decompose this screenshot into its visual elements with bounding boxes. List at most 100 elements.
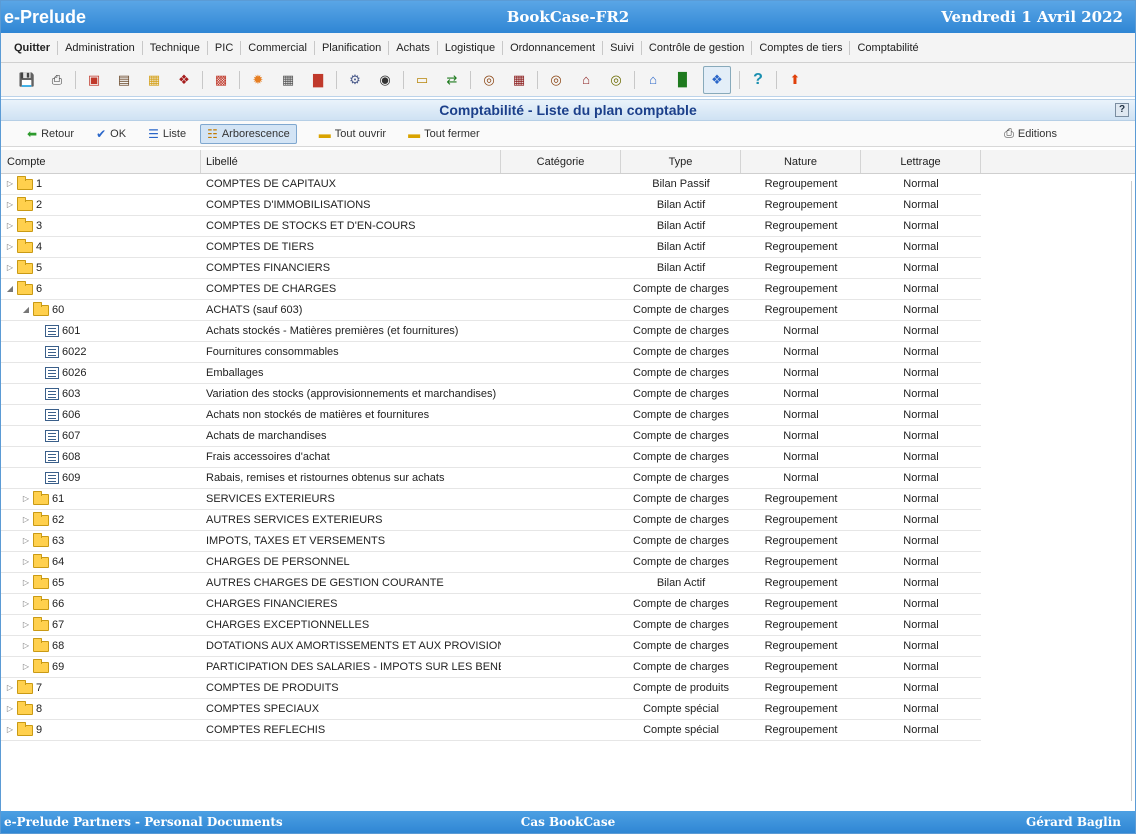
menu-item[interactable]: Technique <box>143 40 208 55</box>
eye-icon[interactable]: ◉ <box>375 70 395 90</box>
cell-libelle: IMPOTS, TAXES ET VERSEMENTS <box>206 535 386 547</box>
table-row[interactable]: 6022 Fournitures consommables Compte de ch… <box>1 342 981 363</box>
house-icon[interactable]: ⌂ <box>576 70 596 90</box>
expand-toggle-icon[interactable]: ▷ <box>5 720 15 740</box>
table-row[interactable]: ▷ 9 COMPTES REFLECHIS Compte spécial Regroup… <box>1 720 981 741</box>
expand-toggle-icon[interactable]: ▷ <box>21 531 31 551</box>
print-icon[interactable]: ⎙ <box>47 70 67 90</box>
menu-item[interactable]: Quitter <box>7 40 59 55</box>
back-button[interactable]: ⬅ Retour <box>27 127 74 141</box>
table-row[interactable]: ▷ 5 COMPTES FINANCIERS Bilan Actif Regroupem… <box>1 258 981 279</box>
expand-toggle-icon[interactable]: ▷ <box>21 636 31 656</box>
menu-item[interactable]: Planification <box>315 40 390 55</box>
table-row[interactable]: ▷ 68 DOTATIONS AUX AMORTISSEMENTS ET AUX P… <box>1 636 981 657</box>
puzzle-icon[interactable]: ❖ <box>703 65 731 94</box>
calendar-icon[interactable]: ▩ <box>211 70 231 90</box>
expand-toggle-icon[interactable]: ▷ <box>21 573 31 593</box>
table-row[interactable]: ◢ 6 COMPTES DE CHARGES Compte de charges Reg… <box>1 279 981 300</box>
table-row[interactable]: ▷ 3 COMPTES DE STOCKS ET D'EN-COURS Bilan A… <box>1 216 981 237</box>
table-row[interactable]: 609 Rabais, remises et ristournes obtenus… <box>1 468 981 489</box>
col-type[interactable]: Type <box>621 150 741 173</box>
help-icon[interactable]: ? <box>748 70 768 90</box>
table-row[interactable]: 603 Variation des stocks (approvisionneme… <box>1 384 981 405</box>
collapse-toggle-icon[interactable]: ◢ <box>5 279 15 299</box>
sun-icon[interactable]: ✹ <box>248 70 268 90</box>
expand-toggle-icon[interactable]: ▷ <box>21 489 31 509</box>
expand-toggle-icon[interactable]: ▷ <box>5 699 15 719</box>
expand-toggle-icon[interactable]: ▷ <box>21 510 31 530</box>
expand-toggle-icon[interactable]: ▷ <box>5 216 15 236</box>
col-nature[interactable]: Nature <box>741 150 861 173</box>
menu-item[interactable]: Achats <box>389 40 438 55</box>
transfer-icon[interactable]: ⇄ <box>442 70 462 90</box>
help-button[interactable]: ? <box>1115 103 1129 117</box>
table-row[interactable]: ▷ 63 IMPOTS, TAXES ET VERSEMENTS Compte de … <box>1 531 981 552</box>
collapse-toggle-icon[interactable]: ◢ <box>21 300 31 320</box>
tree-button[interactable]: ☷ Arborescence <box>200 123 297 144</box>
expand-toggle-icon[interactable]: ▷ <box>5 195 15 215</box>
gear-icon[interactable]: ⚙ <box>345 70 365 90</box>
expand-toggle-icon[interactable]: ▷ <box>21 657 31 677</box>
ok-button[interactable]: ✔ OK <box>96 127 126 141</box>
expand-toggle-icon[interactable]: ▷ <box>5 237 15 257</box>
network-icon[interactable]: ❖ <box>174 70 194 90</box>
table-row[interactable]: ▷ 8 COMPTES SPECIAUX Compte spécial Regroupe… <box>1 699 981 720</box>
close-all-button[interactable]: ▬ Tout fermer <box>408 127 480 141</box>
cell-nature: Regroupement <box>764 661 838 673</box>
table-row[interactable]: ▷ 61 SERVICES EXTERIEURS Compte de charges R… <box>1 489 981 510</box>
expand-toggle-icon[interactable]: ▷ <box>5 258 15 278</box>
chart-gallery-icon[interactable]: ▉ <box>673 70 693 90</box>
expand-toggle-icon[interactable]: ▷ <box>21 594 31 614</box>
menu-item[interactable]: Comptabilité <box>850 41 925 55</box>
table-row[interactable]: ▷ 67 CHARGES EXCEPTIONNELLES Compte de char… <box>1 615 981 636</box>
table-row[interactable]: ▷ 62 AUTRES SERVICES EXTERIEURS Compte de c… <box>1 510 981 531</box>
table-row[interactable]: 606 Achats non stockés de matières et fou… <box>1 405 981 426</box>
table-row[interactable]: ▷ 69 PARTICIPATION DES SALARIES - IMPOTS S… <box>1 657 981 678</box>
table-row[interactable]: ▷ 1 COMPTES DE CAPITAUX Bilan Passif Regroup… <box>1 174 981 195</box>
upload-arrow-icon[interactable]: ⬆ <box>785 70 805 90</box>
col-categorie[interactable]: Catégorie <box>501 150 621 173</box>
table-icon[interactable]: ▦ <box>278 70 298 90</box>
open-all-button[interactable]: ▬ Tout ouvrir <box>319 127 386 141</box>
list-button[interactable]: ☰ Liste <box>148 127 186 141</box>
table-row[interactable]: 607 Achats de marchandises Compte de charg… <box>1 426 981 447</box>
menu-item[interactable]: PIC <box>208 40 242 55</box>
note-icon[interactable]: ▭ <box>412 70 432 90</box>
menu-item[interactable]: Suivi <box>603 40 642 55</box>
save-icon[interactable]: 💾 <box>17 70 37 90</box>
book-icon[interactable]: ▤ <box>114 70 134 90</box>
menu-item[interactable]: Ordonnancement <box>503 40 604 55</box>
menu-item[interactable]: Logistique <box>438 40 504 55</box>
folder-a-icon[interactable]: ▦ <box>144 70 164 90</box>
menu-item[interactable]: Commercial <box>241 40 315 55</box>
table-row[interactable]: ▷ 66 CHARGES FINANCIERES Compte de charges R… <box>1 594 981 615</box>
expand-toggle-icon[interactable]: ▷ <box>21 552 31 572</box>
menu-item[interactable]: Contrôle de gestion <box>642 40 753 55</box>
expand-toggle-icon[interactable]: ▷ <box>21 615 31 635</box>
ledger-icon[interactable]: ▦ <box>509 70 529 90</box>
table-row[interactable]: ◢ 60 ACHATS (sauf 603) Compte de charges Reg… <box>1 300 981 321</box>
target3-icon[interactable]: ◎ <box>606 70 626 90</box>
menu-item[interactable]: Administration <box>58 40 143 55</box>
menu-item[interactable]: Comptes de tiers <box>752 40 851 55</box>
expand-toggle-icon[interactable]: ▷ <box>5 174 15 194</box>
table-row[interactable]: ▷ 4 COMPTES DE TIERS Bilan Actif Regroupemen… <box>1 237 981 258</box>
table-row[interactable]: 601 Achats stockés - Matières premières (… <box>1 321 981 342</box>
bar-chart-icon[interactable]: ▇ <box>308 70 328 90</box>
table-row[interactable]: ▷ 65 AUTRES CHARGES DE GESTION COURANTE Bil… <box>1 573 981 594</box>
table-row[interactable]: ▷ 64 CHARGES DE PERSONNEL Compte de charges… <box>1 552 981 573</box>
col-lettrage[interactable]: Lettrage <box>861 150 981 173</box>
col-compte[interactable]: Compte <box>1 150 201 173</box>
target2-icon[interactable]: ◎ <box>546 70 566 90</box>
target-icon[interactable]: ◎ <box>479 70 499 90</box>
expand-toggle-icon[interactable]: ▷ <box>5 678 15 698</box>
col-libelle[interactable]: Libellé <box>201 150 501 173</box>
red-tool-icon[interactable]: ▣ <box>84 70 104 90</box>
table-row[interactable]: ▷ 2 COMPTES D'IMMOBILISATIONS Bilan Actif Re… <box>1 195 981 216</box>
table-row[interactable]: ▷ 7 COMPTES DE PRODUITS Compte de produits R… <box>1 678 981 699</box>
table-row[interactable]: 6026 Emballages Compte de charges Normal Nor… <box>1 363 981 384</box>
table-row[interactable]: 608 Frais accessoires d'achat Compte de ch… <box>1 447 981 468</box>
house-edit-icon[interactable]: ⌂ <box>643 70 663 90</box>
editions-button[interactable]: ⎙ Editions <box>1004 126 1057 141</box>
side-resize-handle[interactable] <box>1131 181 1135 801</box>
